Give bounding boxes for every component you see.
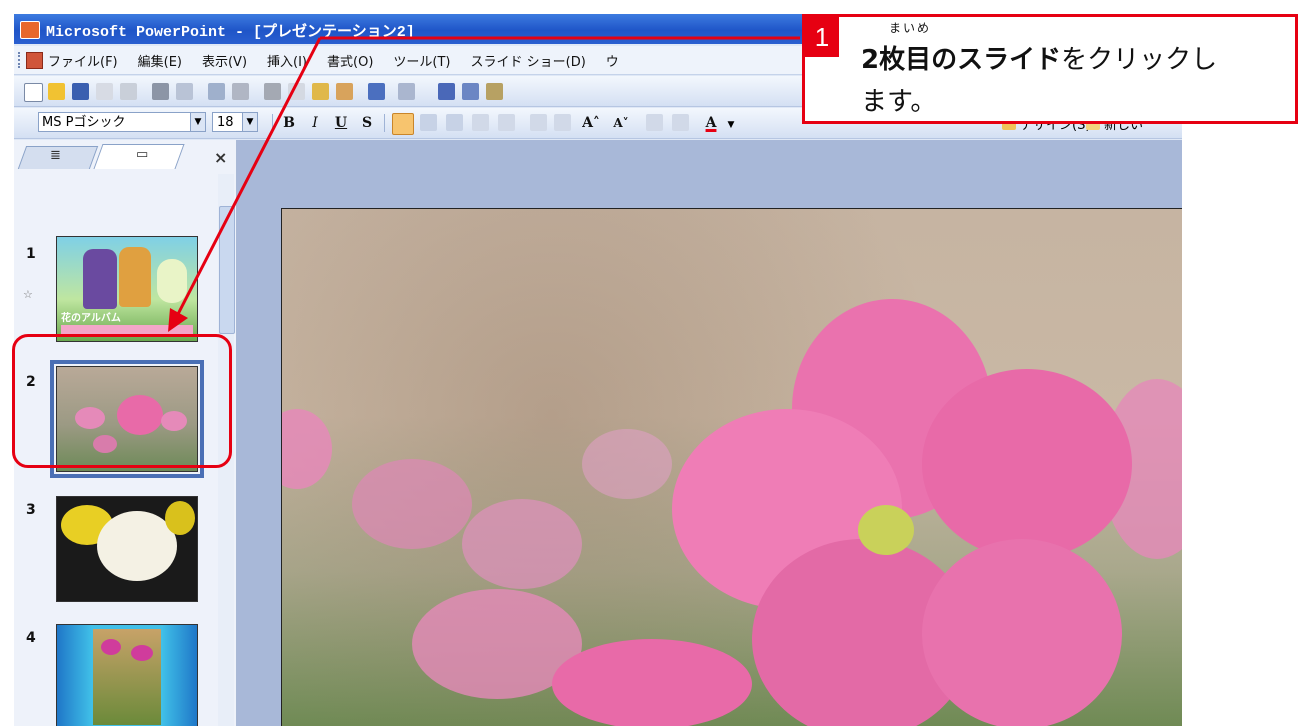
ruby-text: まいめ: [889, 21, 932, 35]
instruction-line-1: 2枚目のスライドをクリックし: [861, 39, 1217, 76]
step-number-badge: 1: [805, 17, 839, 57]
instruction-line-2: ます。: [861, 87, 937, 117]
instruction-emphasis: 2枚目のスライド: [861, 45, 1062, 75]
arrow-line: [174, 37, 322, 319]
instruction-text: をクリックし: [1061, 45, 1218, 75]
instruction-callout: 1 まいめ 2枚目のスライドをクリックし ます。: [802, 14, 1298, 124]
